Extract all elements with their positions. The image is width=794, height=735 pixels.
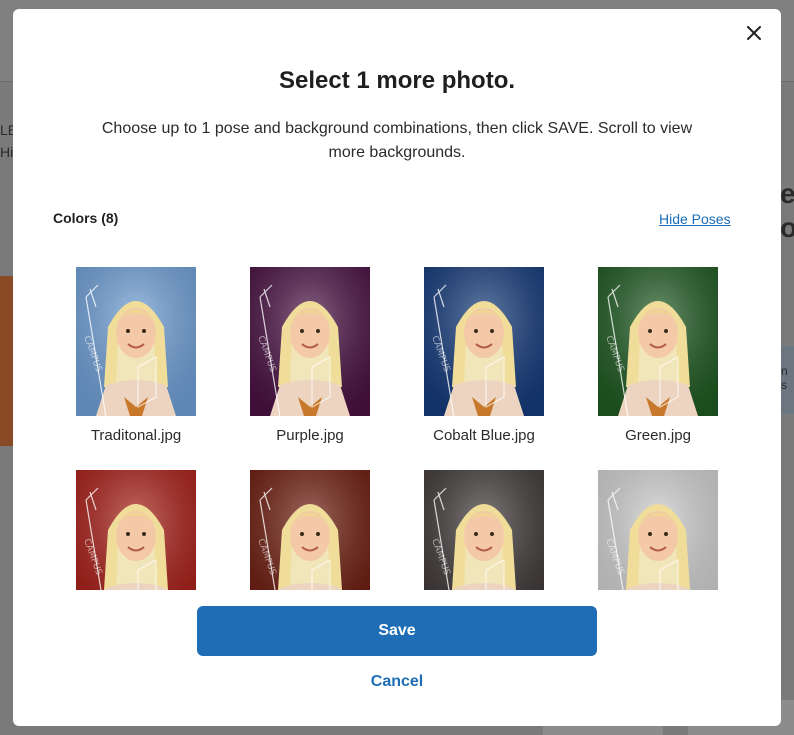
photo-tile[interactable]: CAMPUS Purple.jpg	[235, 249, 385, 444]
photo-tile[interactable]: CAMPUS	[235, 452, 385, 590]
photo-thumbnail: CAMPUS	[250, 267, 370, 416]
photo-thumbnail: CAMPUS	[424, 267, 544, 416]
photo-thumbnail: CAMPUS	[250, 470, 370, 590]
photo-tile[interactable]: CAMPUS	[409, 452, 559, 590]
photo-thumbnail: CAMPUS	[76, 267, 196, 416]
close-button[interactable]	[742, 21, 766, 45]
close-icon	[747, 26, 761, 40]
photo-tile[interactable]: CAMPUS	[583, 452, 733, 590]
photo-grid[interactable]: CAMPUS Traditonal.jpg CAMPUS Purple.jpg CAMP…	[13, 249, 781, 590]
photo-thumbnail: CAMPUS	[424, 470, 544, 590]
photo-tile[interactable]: CAMPUS Traditonal.jpg	[61, 249, 211, 444]
photo-caption: Purple.jpg	[276, 427, 344, 444]
modal-title: Select 1 more photo.	[278, 67, 516, 94]
photo-select-modal: Select 1 more photo. Choose up to 1 pose…	[13, 9, 781, 726]
background-banner	[0, 276, 14, 446]
photo-caption: Cobalt Blue.jpg	[433, 427, 535, 444]
background-heading: e	[780, 178, 794, 209]
photo-thumbnail: CAMPUS	[598, 267, 718, 416]
modal-subtitle: Choose up to 1 pose and background combi…	[101, 120, 693, 161]
photo-thumbnail: CAMPUS	[76, 470, 196, 590]
photo-caption: Green.jpg	[625, 427, 691, 444]
photo-tile[interactable]: CAMPUS Green.jpg	[583, 249, 733, 444]
photo-caption: Traditonal.jpg	[90, 427, 182, 444]
hide-poses-link[interactable]: Hide Poses	[659, 211, 731, 227]
background-text: n s	[781, 364, 788, 392]
colors-section-label: Colors (8)	[53, 210, 119, 226]
background-heading: or	[780, 212, 794, 243]
photo-tile[interactable]: CAMPUS	[61, 452, 211, 590]
save-button[interactable]: Save	[197, 606, 597, 656]
photo-tile[interactable]: CAMPUS Cobalt Blue.jpg	[409, 249, 559, 444]
cancel-button[interactable]: Cancel	[297, 673, 497, 697]
photo-thumbnail: CAMPUS	[598, 470, 718, 590]
